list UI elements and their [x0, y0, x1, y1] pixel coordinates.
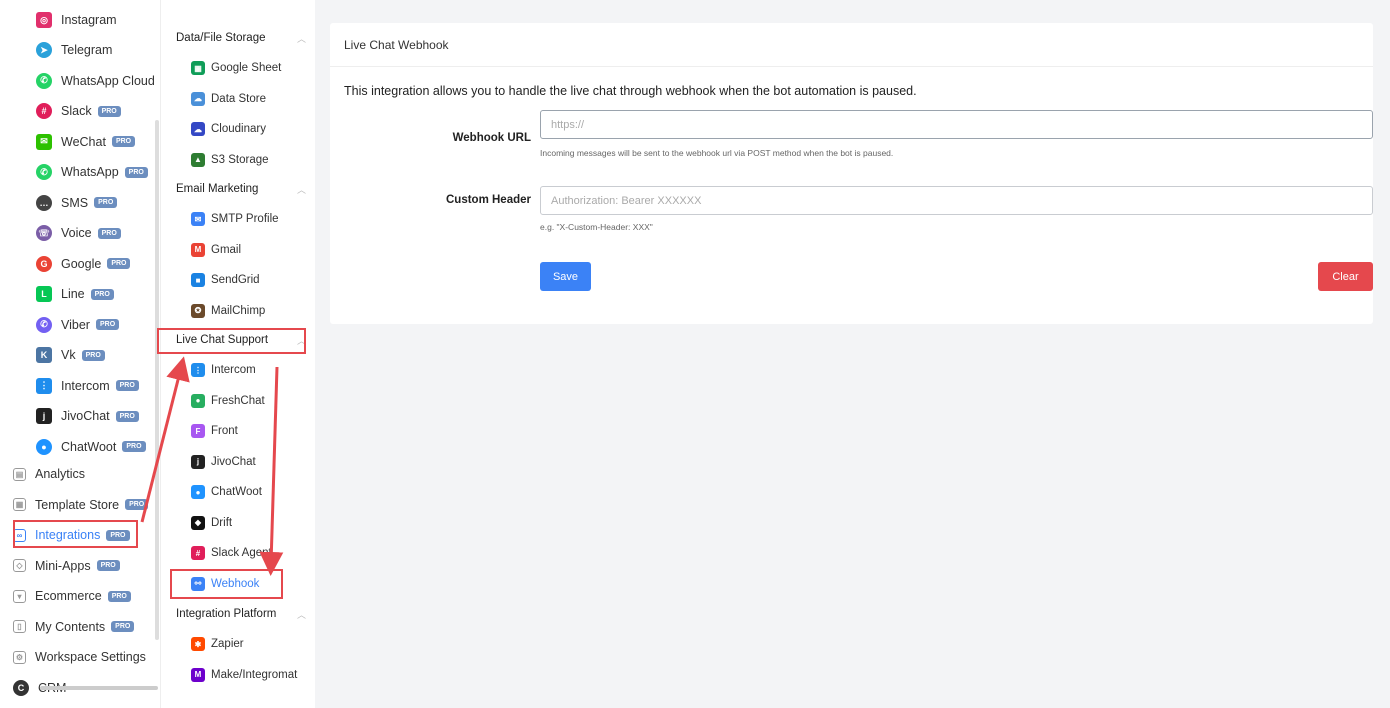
- arrow-to-live-chat-support: [140, 356, 190, 523]
- annotation-arrows: [140, 356, 284, 576]
- arrow-to-webhook: [259, 366, 284, 576]
